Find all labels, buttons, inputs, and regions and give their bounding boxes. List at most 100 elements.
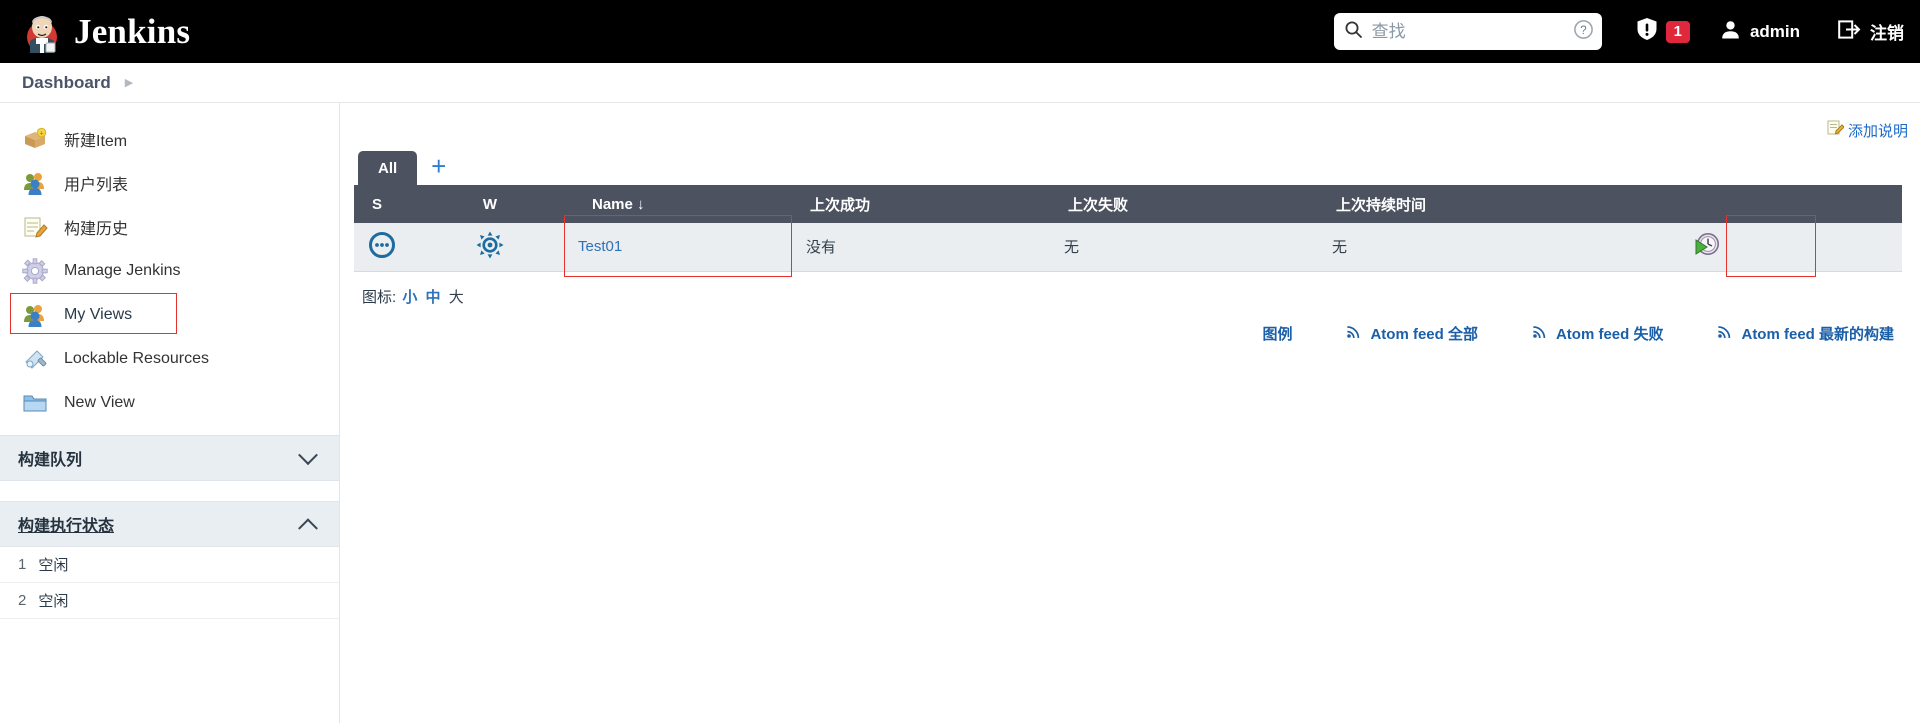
cell-job-name: Test01 — [564, 215, 792, 277]
sidebar-item-lockable-resources[interactable]: Lockable Resources — [0, 337, 339, 381]
build-queue-body — [0, 481, 339, 501]
column-header-actions — [1678, 185, 1902, 223]
sidebar-item-label: 新建Item — [64, 133, 128, 150]
sidebar-item-label: Lockable Resources — [64, 350, 209, 367]
schedule-build-clock-icon[interactable] — [1692, 232, 1722, 264]
executor-row[interactable]: 2 空闲 — [0, 583, 339, 619]
rss-icon — [1532, 323, 1548, 343]
sidebar-nav: + 新建Item 用户列表 构建历史 Manage Jenkins My Vie… — [0, 103, 339, 435]
edit-note-icon — [1827, 119, 1845, 141]
icon-size-medium[interactable]: 中 — [426, 289, 441, 306]
cell-last-duration: 无 — [1318, 223, 1678, 272]
icon-size-small[interactable]: 小 — [402, 289, 417, 306]
svg-text:?: ? — [1580, 25, 1586, 37]
table-header-row: S W Name ↓ 上次成功 上次失败 上次持续时间 — [354, 185, 1902, 223]
executor-state: 空闲 — [38, 557, 69, 574]
search-icon — [1344, 20, 1363, 44]
folder-icon — [22, 390, 48, 416]
column-header-status[interactable]: S — [354, 185, 416, 223]
page-body: + 新建Item 用户列表 构建历史 Manage Jenkins My Vie… — [0, 103, 1920, 723]
icon-size-large[interactable]: 大 — [449, 289, 464, 306]
rss-icon — [1717, 323, 1733, 343]
chevron-down-icon[interactable] — [298, 445, 318, 466]
build-history-notepad-icon — [22, 214, 48, 240]
feed-links: 图例 Atom feed 全部 Atom feed 失败 Atom feed 最… — [354, 323, 1902, 344]
brand[interactable]: Jenkins — [22, 11, 190, 53]
new-item-box-icon: + — [22, 126, 48, 152]
user-name: admin — [1749, 21, 1800, 41]
people-icon — [22, 170, 48, 196]
not-built-dots-icon[interactable] — [368, 231, 396, 263]
atom-feed-all-link[interactable]: Atom feed 全部 — [1346, 323, 1478, 344]
sidebar-item-label: New View — [64, 394, 135, 411]
sidebar-item-new-view[interactable]: New View — [0, 381, 339, 425]
cell-weather — [416, 223, 564, 272]
table-row[interactable]: Test01 没有 无 无 — [354, 215, 1902, 277]
sidebar-item-label: Manage Jenkins — [64, 262, 181, 279]
sidebar-item-manage-jenkins[interactable]: Manage Jenkins — [0, 249, 339, 293]
build-executor-title: 构建执行状态 — [18, 518, 115, 535]
shield-warning-icon — [1636, 17, 1658, 46]
build-executor-panel-header[interactable]: 构建执行状态 — [0, 501, 339, 547]
app-header: Jenkins ? — [0, 0, 1920, 63]
atom-feed-all-label: Atom feed 全部 — [1370, 325, 1478, 343]
column-header-last-success[interactable]: 上次成功 — [792, 185, 1050, 223]
jobs-table-head: S W Name ↓ 上次成功 上次失败 上次持续时间 — [354, 185, 1902, 223]
logout-button[interactable]: 注销 — [1838, 19, 1904, 45]
person-icon — [1720, 19, 1741, 45]
sidebar-item-label: 用户列表 — [64, 177, 129, 194]
icon-size-label: 图标: — [362, 288, 397, 306]
jenkins-butler-icon — [22, 11, 62, 53]
user-menu[interactable]: admin — [1720, 19, 1800, 45]
security-warnings[interactable]: 1 — [1636, 17, 1690, 46]
weather-sunny-icon[interactable] — [476, 231, 504, 263]
atom-feed-latest-label: Atom feed 最新的构建 — [1741, 325, 1894, 343]
sidebar-item-label: My Views — [64, 306, 133, 323]
rss-icon — [1346, 323, 1362, 343]
cell-actions — [1678, 215, 1902, 277]
executor-number: 2 — [18, 592, 27, 609]
sidebar-item-my-views[interactable]: My Views — [0, 293, 339, 337]
tab-all[interactable]: All — [358, 151, 418, 185]
job-link-test01[interactable]: Test01 — [578, 238, 622, 255]
legend-label: 图例 — [1262, 325, 1293, 343]
build-queue-title: 构建队列 — [18, 452, 83, 469]
security-warning-count: 1 — [1665, 20, 1690, 43]
cell-status — [354, 223, 416, 272]
svg-text:+: + — [39, 130, 43, 137]
legend-link[interactable]: 图例 — [1262, 323, 1292, 344]
help-circle-icon[interactable]: ? — [1573, 19, 1594, 45]
atom-feed-latest-link[interactable]: Atom feed 最新的构建 — [1717, 323, 1894, 344]
column-header-name[interactable]: Name ↓ — [564, 185, 792, 223]
executor-row[interactable]: 1 空闲 — [0, 547, 339, 583]
gear-icon — [22, 258, 48, 284]
search-box[interactable]: ? — [1333, 13, 1602, 50]
atom-feed-failures-label: Atom feed 失败 — [1555, 325, 1664, 343]
sidebar-item-build-history[interactable]: 构建历史 — [0, 205, 339, 249]
plus-icon[interactable]: + — [417, 153, 460, 185]
sidebar-item-users[interactable]: 用户列表 — [0, 161, 339, 205]
column-header-last-failure[interactable]: 上次失败 — [1050, 185, 1318, 223]
jobs-table: S W Name ↓ 上次成功 上次失败 上次持续时间 Test01 没有 无 … — [354, 185, 1902, 277]
sidebar-item-new-item[interactable]: + 新建Item — [0, 117, 339, 161]
column-header-last-duration[interactable]: 上次持续时间 — [1318, 185, 1678, 223]
atom-feed-failures-link[interactable]: Atom feed 失败 — [1532, 323, 1664, 344]
logout-label: 注销 — [1870, 24, 1904, 43]
sidebar: + 新建Item 用户列表 构建历史 Manage Jenkins My Vie… — [0, 103, 340, 723]
header-actions: ? 1 admin — [1333, 0, 1904, 63]
jobs-table-body: Test01 没有 无 无 — [354, 215, 1902, 277]
chevron-up-icon[interactable] — [298, 518, 318, 539]
logout-icon — [1838, 19, 1861, 45]
column-header-weather[interactable]: W — [416, 185, 564, 223]
brand-title: Jenkins — [74, 11, 191, 51]
search-input[interactable] — [1371, 21, 1593, 42]
icon-size-selector: 图标: 小 中 大 — [354, 286, 1902, 307]
cell-last-success: 没有 — [792, 223, 1050, 272]
column-header-name-label: Name — [592, 195, 633, 213]
breadcrumb-item-dashboard[interactable]: Dashboard — [22, 73, 111, 93]
build-queue-panel-header[interactable]: 构建队列 — [0, 435, 339, 481]
executor-state: 空闲 — [38, 593, 69, 610]
main-content: 添加说明 All + S W Name ↓ 上次成功 上次失败 上次持续时间 T… — [340, 103, 1920, 723]
chevron-right-icon[interactable]: ▶ — [125, 76, 133, 89]
add-description-link[interactable]: 添加说明 — [1827, 119, 1908, 141]
